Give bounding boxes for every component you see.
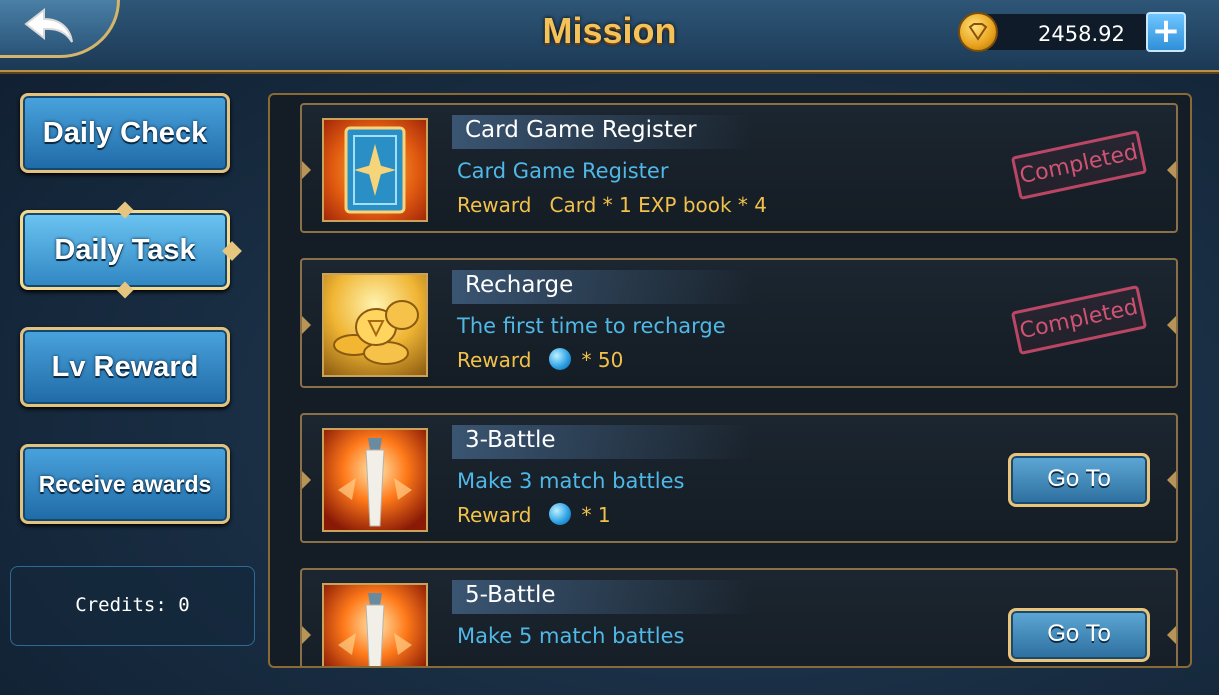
- sidebar-item-label: Receive awards: [38, 471, 212, 497]
- top-bar: Mission 2458.92 +: [0, 0, 1219, 72]
- task-description: Card Game Register: [457, 159, 669, 183]
- card-right-pointer: [1167, 161, 1176, 179]
- balance-pill: 2458.92: [978, 14, 1148, 50]
- card-right-pointer: [1167, 626, 1176, 644]
- sword-icon: [322, 583, 428, 666]
- credits-box: Credits: 0: [10, 566, 255, 646]
- card-left-pointer: [302, 471, 311, 489]
- go-to-button[interactable]: Go To: [1008, 453, 1150, 507]
- task-name: 3-Battle: [465, 427, 556, 453]
- gem-icon: [549, 503, 572, 525]
- gold-coin-icon: [958, 12, 998, 52]
- sword-icon: [322, 428, 428, 532]
- reward-row: Reward Card * 1 EXP book * 4: [457, 193, 767, 217]
- reward-text: * 50: [581, 348, 624, 372]
- task-description: Make 3 match battles: [457, 469, 685, 493]
- credits-text: Credits: 0: [75, 594, 190, 616]
- card-right-pointer: [1167, 471, 1176, 489]
- reward-text: * 1: [581, 503, 611, 527]
- task-name: 5-Battle: [465, 582, 556, 608]
- reward-label: Reward: [457, 348, 532, 372]
- completed-stamp: Completed: [1010, 284, 1148, 356]
- mission-list-panel[interactable]: Card Game Register Card Game Register Re…: [268, 93, 1192, 668]
- reward-row: Reward * 1: [457, 503, 611, 527]
- coins-icon: [322, 273, 428, 377]
- sidebar-item-daily-task[interactable]: Daily Task: [20, 210, 230, 290]
- task-card: Recharge The first time to recharge Rewa…: [300, 258, 1178, 388]
- sidebar-item-label: Daily Task: [54, 234, 196, 266]
- task-name: Card Game Register: [465, 117, 697, 143]
- card-left-pointer: [302, 161, 311, 179]
- task-card: 5-Battle Make 5 match battles Go To: [300, 568, 1178, 666]
- sidebar-item-lv-reward[interactable]: Lv Reward: [20, 327, 230, 407]
- completed-stamp: Completed: [1010, 129, 1148, 201]
- go-to-button[interactable]: Go To: [1008, 608, 1150, 662]
- sidebar-item-daily-check[interactable]: Daily Check: [20, 93, 230, 173]
- balance-value: 2458.92: [1038, 22, 1125, 46]
- add-currency-button[interactable]: +: [1146, 12, 1186, 52]
- card-right-pointer: [1167, 316, 1176, 334]
- sidebar-item-label: Lv Reward: [51, 351, 199, 383]
- reward-label: Reward: [457, 193, 532, 217]
- card-left-pointer: [302, 626, 311, 644]
- reward-row: Reward * 50: [457, 348, 623, 372]
- task-card: 3-Battle Make 3 match battles Reward * 1 …: [300, 413, 1178, 543]
- currency-display: 2458.92 +: [958, 10, 1190, 54]
- task-name: Recharge: [465, 272, 574, 298]
- gem-icon: [549, 348, 572, 370]
- task-description: The first time to recharge: [457, 314, 726, 338]
- card-icon: [322, 118, 428, 222]
- reward-label: Reward: [457, 503, 532, 527]
- sidebar-item-label: Daily Check: [42, 117, 208, 149]
- sidebar-item-receive-awards[interactable]: Receive awards: [20, 444, 230, 524]
- card-left-pointer: [302, 316, 311, 334]
- task-description: Make 5 match battles: [457, 624, 685, 648]
- task-card: Card Game Register Card Game Register Re…: [300, 103, 1178, 233]
- reward-text: Card * 1 EXP book * 4: [549, 193, 768, 217]
